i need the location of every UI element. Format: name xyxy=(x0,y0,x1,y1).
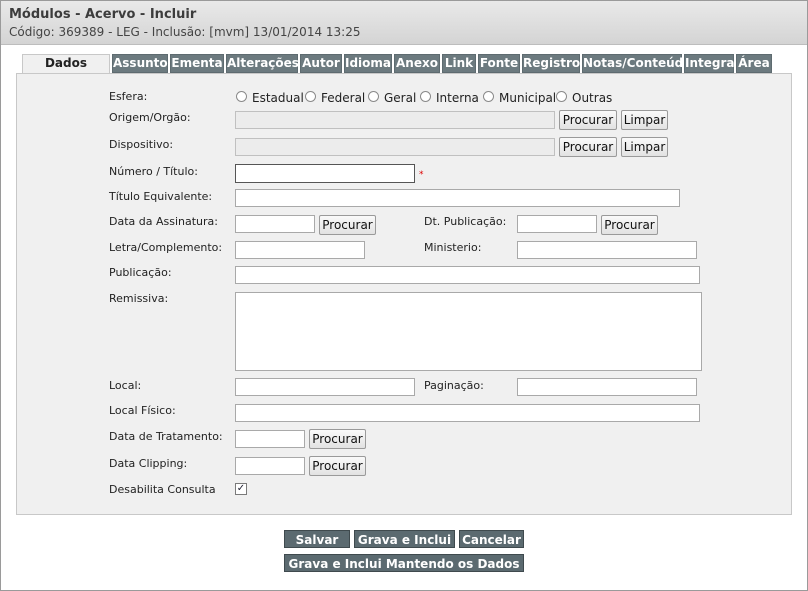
letra-complemento-label: Letra/Complemento: xyxy=(109,241,223,254)
tab-notas-conteudo[interactable]: Notas/Conteúdo xyxy=(582,54,692,73)
grava-inclui-button[interactable]: Grava e Inclui xyxy=(354,530,455,548)
data-tratamento-label: Data de Tratamento: xyxy=(109,430,223,443)
remissiva-label: Remissiva: xyxy=(109,292,169,305)
radio-geral-label: Geral xyxy=(384,91,417,105)
radio-interna-label: Interna xyxy=(436,91,479,105)
tab-idioma[interactable]: Idioma xyxy=(344,54,392,73)
desabilita-consulta-checkbox[interactable]: ✓ xyxy=(235,483,247,495)
tab-ementa[interactable]: Ementa xyxy=(170,54,224,73)
tab-registro[interactable]: Registro xyxy=(522,54,580,73)
origem-limpar-button[interactable]: Limpar xyxy=(621,110,668,130)
dispositivo-limpar-button[interactable]: Limpar xyxy=(621,137,668,157)
dt-publicacao-procurar-button[interactable]: Procurar xyxy=(601,215,658,235)
data-tratamento-field[interactable] xyxy=(235,430,305,448)
tab-area[interactable]: Área xyxy=(736,54,772,73)
ministerio-label: Ministerio: xyxy=(424,241,482,254)
dt-publicacao-label: Dt. Publicação: xyxy=(424,215,507,228)
data-assinatura-label: Data da Assinatura: xyxy=(109,215,218,228)
tab-anexo[interactable]: Anexo xyxy=(394,54,440,73)
numero-label: Número / Título: xyxy=(109,165,198,178)
dispositivo-procurar-button[interactable]: Procurar xyxy=(559,137,617,157)
cancelar-button[interactable]: Cancelar xyxy=(459,530,524,548)
radio-municipal-label: Municipal xyxy=(499,91,557,105)
radio-municipal[interactable] xyxy=(483,91,494,102)
radio-outras-label: Outras xyxy=(572,91,613,105)
tab-assunto[interactable]: Assunto xyxy=(112,54,168,73)
title-bar: Módulos - Acervo - Incluir Código: 36938… xyxy=(1,1,807,45)
local-label: Local: xyxy=(109,379,142,392)
origem-procurar-button[interactable]: Procurar xyxy=(559,110,617,130)
paginacao-field[interactable] xyxy=(517,378,697,396)
data-clipping-procurar-button[interactable]: Procurar xyxy=(309,456,366,476)
local-fisico-label: Local Físico: xyxy=(109,404,176,417)
origem-field[interactable] xyxy=(235,111,555,129)
publicacao-label: Publicação: xyxy=(109,266,172,279)
numero-titulo-field[interactable] xyxy=(235,164,415,183)
local-field[interactable] xyxy=(235,378,415,396)
radio-outras[interactable] xyxy=(556,91,567,102)
required-marker: * xyxy=(419,170,424,180)
radio-geral[interactable] xyxy=(368,91,379,102)
radio-estadual-label: Estadual xyxy=(252,91,304,105)
radio-interna[interactable] xyxy=(420,91,431,102)
esfera-label: Esfera: xyxy=(109,90,148,103)
radio-estadual[interactable] xyxy=(236,91,247,102)
tab-dados-gerais[interactable]: Dados Gerais xyxy=(22,54,110,87)
radio-federal-label: Federal xyxy=(321,91,366,105)
salvar-button[interactable]: Salvar xyxy=(284,530,350,548)
grava-inclui-mantendo-button[interactable]: Grava e Inclui Mantendo os Dados xyxy=(284,554,524,572)
letra-complemento-field[interactable] xyxy=(235,241,365,259)
titulo-equivalente-field[interactable] xyxy=(235,189,680,207)
data-clipping-field[interactable] xyxy=(235,457,305,475)
ministerio-field[interactable] xyxy=(517,241,697,259)
titulo-equivalente-label: Título Equivalente: xyxy=(109,190,213,203)
local-fisico-field[interactable] xyxy=(235,404,700,422)
tab-integra[interactable]: Integra xyxy=(684,54,735,73)
tab-fonte[interactable]: Fonte xyxy=(478,54,520,73)
data-assinatura-procurar-button[interactable]: Procurar xyxy=(319,215,376,235)
data-clipping-label: Data Clipping: xyxy=(109,457,188,470)
record-info: Código: 369389 - LEG - Inclusão: [mvm] 1… xyxy=(9,25,361,39)
page-title: Módulos - Acervo - Incluir xyxy=(9,7,197,22)
radio-federal[interactable] xyxy=(305,91,316,102)
data-tratamento-procurar-button[interactable]: Procurar xyxy=(309,429,366,449)
data-assinatura-field[interactable] xyxy=(235,215,315,233)
tab-link[interactable]: Link xyxy=(442,54,476,73)
desabilita-consulta-label: Desabilita Consulta xyxy=(109,483,216,496)
paginacao-label: Paginação: xyxy=(424,379,484,392)
tab-autor[interactable]: Autor xyxy=(300,54,342,73)
origem-label: Origem/Orgão: xyxy=(109,111,191,124)
dt-publicacao-field[interactable] xyxy=(517,215,597,233)
dispositivo-label: Dispositivo: xyxy=(109,138,174,151)
publicacao-field[interactable] xyxy=(235,266,700,284)
tab-alteracoes[interactable]: Alterações xyxy=(226,54,299,73)
remissiva-textarea[interactable] xyxy=(235,292,702,371)
dispositivo-field[interactable] xyxy=(235,138,555,156)
